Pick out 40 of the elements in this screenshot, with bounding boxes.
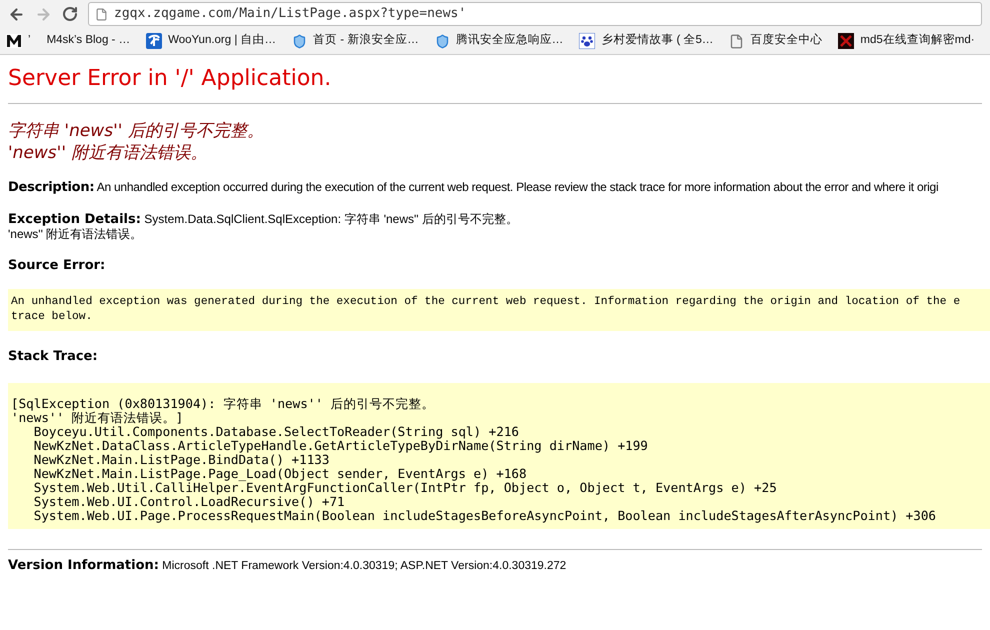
stack-trace-line: Boyceyu.Util.Components.Database.SelectToReader(String sql) +216 [32, 424, 519, 438]
stack-trace-line: [SqlException (0x80131904): 字符串 'news'' 后的引号不完整。 [11, 396, 436, 410]
exception-details-text: 'news'' 附近有语法错误。 [8, 226, 144, 242]
description-text: Description: An unhandled exception occurred during the execution of the current web request. Please review the stack trace for more information about the error and where it origi [8, 179, 940, 197]
stack-trace-line: NewKzNet.DataClass.ArticleTypeHandle.GetArticleTypeByDirName(String dirName) +199 [32, 438, 649, 452]
section-heading: Source Error: [8, 256, 106, 274]
bookmark-link[interactable]: WooYun.org | 自由… [146, 32, 276, 50]
page-title: Server Error in '/' Application. [8, 65, 332, 93]
swirl-logo-icon [146, 33, 162, 49]
page-icon [729, 34, 744, 48]
error-message: 字符串 'news'' 后的引号不完整。 [8, 120, 265, 142]
stack-trace-line: NewKzNet.Main.ListPage.Page_Load(Object sender, EventArgs e) +168 [32, 466, 528, 480]
stack-trace-line: NewKzNet.Main.ListPage.BindData() +1133 [32, 452, 330, 466]
bookmark-link[interactable]: ’ [6, 32, 31, 50]
bookmark-link[interactable]: M4sk’s Blog - … [46, 32, 130, 50]
source-error-text: An unhandled exception was generated during the execution of the current web request. Information regarding the origin and location of the e [11, 295, 962, 310]
stack-trace-line: 'news'' 附近有语法错误。] [11, 410, 184, 424]
m-logo-icon [6, 34, 22, 48]
shield-icon [434, 34, 450, 48]
stack-trace-line: System.Web.UI.Page.ProcessRequestMain(Boolean includeStagesBeforeAsyncPoint, Boolean includeStagesAfterAsyncPoint) +306 [32, 508, 938, 522]
bookmark-link[interactable]: 首页 - 新浪安全应… [292, 32, 419, 50]
bookmark-link[interactable]: 乡村爱情故事 ( 全5… [579, 32, 714, 50]
stack-trace-line: System.Web.UI.Control.LoadRecursive() +71 [32, 494, 345, 508]
address-bar[interactable]: zgqx.zqgame.com/Main/ListPage.aspx?type=news' [88, 2, 982, 26]
shield-icon [292, 34, 308, 48]
back-icon[interactable] [8, 6, 25, 22]
bookmark-link[interactable]: 腾讯安全应急响应… [434, 32, 564, 50]
url-text: zgqx.zqgame.com/Main/ListPage.aspx?type=news' [114, 5, 466, 24]
stack-trace-line: System.Web.Util.CalliHelper.EventArgFunctionCaller(IntPtr fp, Object o, Object t, EventArgs e) +25 [32, 480, 778, 494]
error-message: 'news'' 附近有语法错误。 [8, 142, 208, 164]
exception-details-text: Exception Details: System.Data.SqlClient.SqlException: 字符串 'news'' 后的引号不完整。 [8, 212, 519, 226]
source-error-text: trace below. [11, 310, 94, 325]
bookmark-link[interactable]: md5在线查询解密md· [838, 32, 975, 50]
section-heading: Stack Trace: [8, 348, 99, 366]
cross-icon [838, 33, 854, 49]
reload-icon[interactable] [62, 6, 78, 22]
bookmark-link[interactable]: 百度安全中心 [729, 32, 822, 50]
paw-icon [579, 33, 596, 49]
page-icon [95, 8, 108, 20]
version-info-text: Version Information: Microsoft .NET Framework Version:4.0.30319; ASP.NET Version:4.0.30319.272 [8, 556, 568, 574]
